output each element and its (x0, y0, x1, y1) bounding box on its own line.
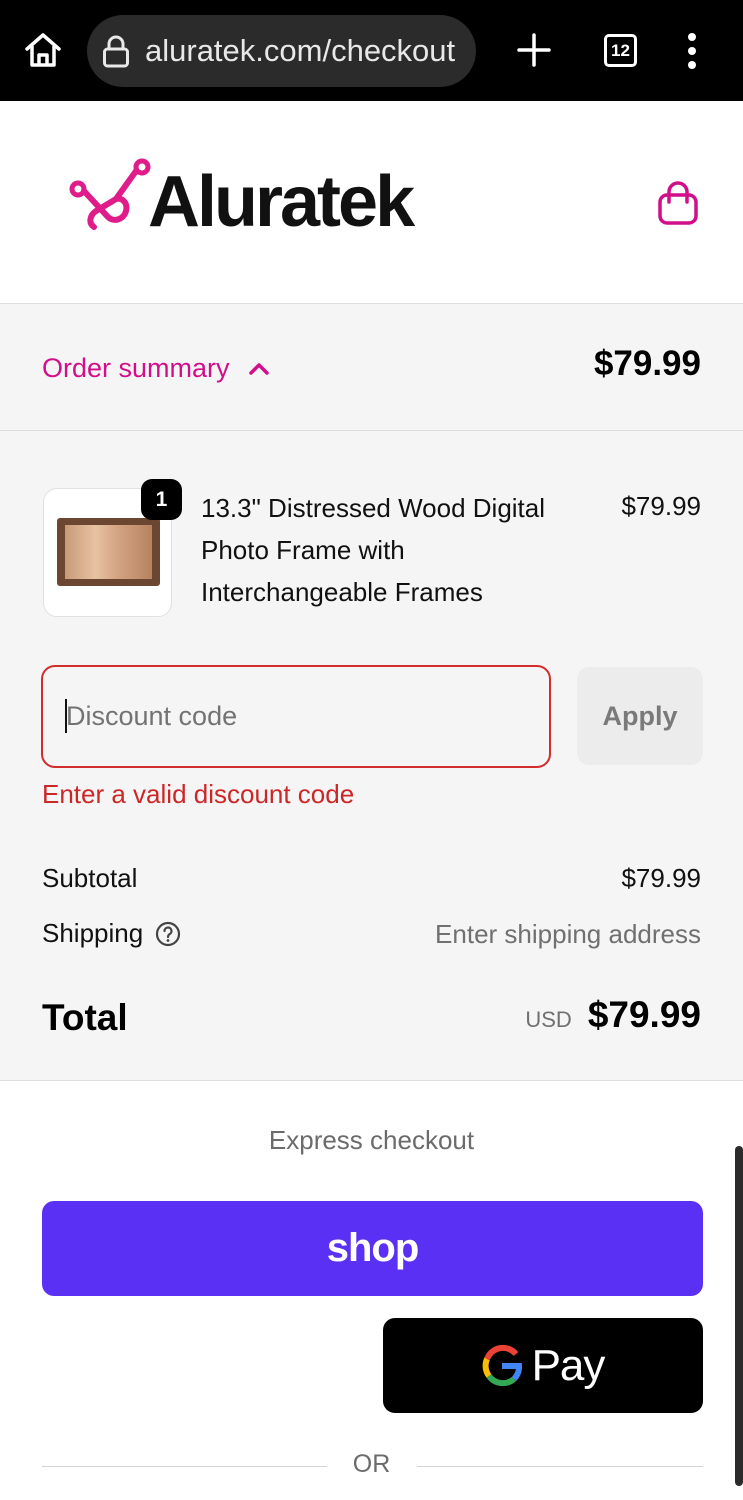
aluratek-logo[interactable]: Aluratek (68, 153, 478, 249)
browser-toolbar: aluratek.com/checkout 12 (0, 0, 743, 101)
total-label: Total (42, 997, 128, 1038)
order-summary-toggle[interactable]: Order summary (42, 346, 270, 390)
tab-switcher-button[interactable]: 12 (604, 34, 637, 67)
help-icon[interactable] (155, 921, 181, 947)
shopping-bag-icon[interactable] (656, 181, 700, 227)
order-summary-total: $79.99 (593, 344, 701, 383)
order-summary-bar: Order summary $79.99 (0, 304, 743, 431)
apply-discount-button[interactable]: Apply (577, 667, 703, 765)
shipping-value: Enter shipping address (435, 919, 701, 949)
logo-wordmark: Aluratek (148, 162, 415, 242)
product-name: 13.3" Distressed Wood Digital Photo Fram… (201, 493, 546, 607)
site-header: Aluratek (0, 101, 743, 304)
order-summary-details: 1 13.3" Distressed Wood Digital Photo Fr… (0, 431, 743, 1081)
home-icon[interactable] (22, 30, 64, 70)
currency-code: USD (525, 1007, 572, 1032)
scrollbar[interactable] (735, 1146, 743, 1486)
google-pay-label: Pay (531, 1340, 606, 1390)
lock-icon (103, 35, 129, 68)
discount-error-message: Enter a valid discount code (42, 779, 355, 809)
text-cursor (65, 699, 67, 733)
total-value: $79.99 (587, 994, 701, 1035)
express-checkout-title: Express checkout (268, 1125, 475, 1155)
new-tab-icon[interactable] (516, 32, 552, 68)
google-pay-button[interactable]: Pay (383, 1318, 703, 1413)
shop-pay-button[interactable]: shop (42, 1201, 703, 1296)
order-summary-label: Order summary (42, 352, 230, 383)
quantity-badge: 1 (141, 479, 182, 520)
chevron-up-icon (248, 363, 269, 375)
total-amount: USD $79.99 (525, 994, 701, 1036)
photo-frame-image (57, 518, 160, 586)
subtotal-label: Subtotal (42, 863, 138, 893)
product-price: $79.99 (621, 491, 701, 521)
subtotal-value: $79.99 (621, 863, 701, 893)
google-g-icon (482, 1344, 522, 1386)
or-separator: OR (352, 1450, 391, 1478)
shipping-label: Shipping (42, 918, 144, 948)
logo-mark-icon (69, 158, 151, 230)
more-options-icon[interactable] (683, 31, 701, 71)
discount-code-input[interactable] (41, 665, 551, 768)
shipping-row: Shipping (42, 918, 181, 949)
url-text[interactable]: aluratek.com/checkout (145, 28, 463, 74)
